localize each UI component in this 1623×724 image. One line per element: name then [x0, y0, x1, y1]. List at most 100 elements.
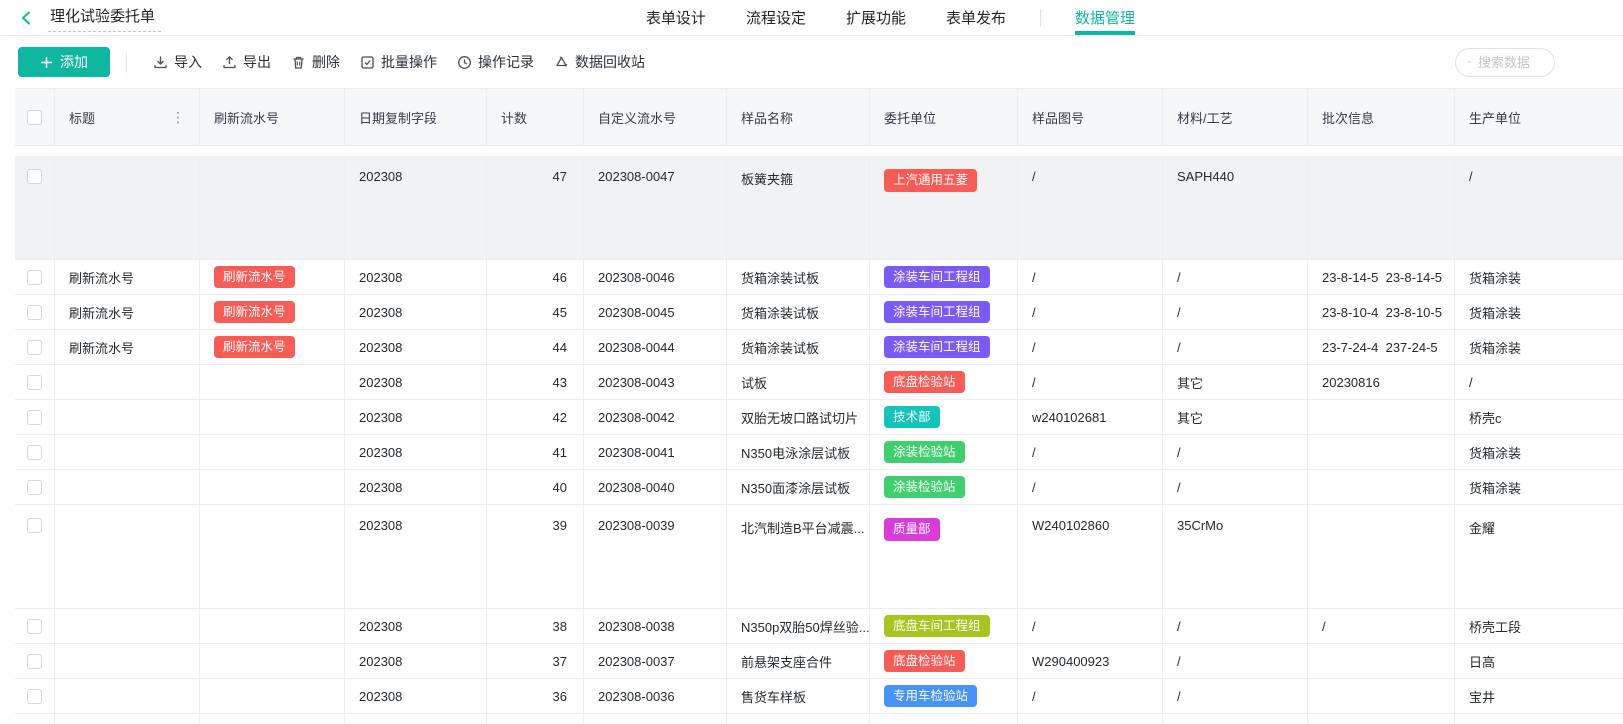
table-row[interactable]: 20230839202308-0039北汽制造B平台减震...质量部W24010… [15, 505, 1623, 609]
column-header: 日期复制字段 [345, 89, 487, 145]
row-checkbox[interactable] [27, 445, 42, 460]
row-checkbox[interactable] [27, 375, 42, 390]
cell-serial: 202308-0041 [584, 435, 727, 469]
toolbar: 添加 导入 导出 删除 批量操作 [0, 36, 1623, 88]
cell-unit: 涂装车间工程组 [870, 295, 1018, 329]
toolbar-divider [126, 52, 127, 72]
row-checkbox[interactable] [27, 169, 42, 184]
cell-drawing: W240102860 [1018, 505, 1163, 608]
unit-badge: 涂装车间工程组 [884, 301, 990, 324]
form-title[interactable]: 理化试验委托单 [48, 3, 161, 32]
row-checkbox[interactable] [27, 689, 42, 704]
tab-divider [1040, 9, 1041, 27]
cell-serial: 202308-0044 [584, 330, 727, 364]
cell-sample: 试板 [727, 365, 870, 399]
search-box[interactable] [1455, 48, 1555, 77]
cell-refresh-badge [200, 714, 345, 724]
tab-bar: 表单设计 流程设定 扩展功能 表单发布 数据管理 [626, 0, 1155, 35]
cell-refresh-badge: 刷新流水号 [200, 295, 345, 329]
cell-refresh-badge [200, 609, 345, 643]
cell-refresh-badge [200, 505, 345, 608]
column-header: 样品名称 [727, 89, 870, 145]
operation-log-button[interactable]: 操作记录 [447, 46, 544, 78]
tab-form-design[interactable]: 表单设计 [626, 0, 726, 35]
table-row[interactable]: 刷新流水号刷新流水号20230846202308-0046货箱涂装试板涂装车间工… [15, 260, 1623, 295]
clock-icon [457, 55, 472, 70]
table-row[interactable]: 20230841202308-0041N350电泳涂层试板涂装检验站//货箱涂装 [15, 435, 1623, 470]
add-button[interactable]: 添加 [18, 47, 110, 77]
search-input[interactable] [1478, 55, 1542, 70]
back-button[interactable] [16, 7, 38, 29]
cell-date: 202308 [345, 330, 487, 364]
row-checkbox[interactable] [27, 480, 42, 495]
tab-flow-settings[interactable]: 流程设定 [726, 0, 826, 35]
table-row[interactable]: 20230847202308-0047板簧夹箍上汽通用五菱/SAPH440/ [15, 156, 1623, 260]
recycle-bin-button[interactable]: 数据回收站 [544, 46, 655, 78]
table-row[interactable]: 20230843202308-0043试板底盘检验站/其它20230816/ [15, 365, 1623, 400]
row-checkbox[interactable] [27, 340, 42, 355]
cell-material: / [1163, 609, 1308, 643]
unit-badge: 质量部 [884, 518, 940, 541]
cell-serial: 202308-0038 [584, 609, 727, 643]
cell-count: 41 [487, 435, 584, 469]
column-header: 计数 [487, 89, 584, 145]
table-row[interactable]: 刷新流水号刷新流水号20230844202308-0044货箱涂装试板涂装车间工… [15, 330, 1623, 365]
cell-producer: 金耀 [1455, 505, 1623, 608]
row-checkbox[interactable] [27, 305, 42, 320]
cell-date: 202308 [345, 609, 487, 643]
table-row[interactable]: 20230838202308-0038N350p双胎50焊丝验...底盘车间工程… [15, 609, 1623, 644]
cell-producer: 日高 [1455, 644, 1623, 678]
cell-date: 202308 [345, 505, 487, 608]
table-row[interactable]: 20230837202308-0037前悬架支座合件底盘检验站W29040092… [15, 644, 1623, 679]
row-checkbox[interactable] [27, 619, 42, 634]
operation-log-label: 操作记录 [478, 52, 534, 72]
cell-batch [1308, 505, 1455, 608]
batch-operation-button[interactable]: 批量操作 [350, 46, 447, 78]
cell-material: SAPH440 [1163, 156, 1308, 259]
more-options-icon[interactable]: ⋮ [171, 109, 185, 126]
tab-data-management[interactable]: 数据管理 [1055, 0, 1155, 35]
cell-date: 202308 [345, 260, 487, 294]
cell-sample: N350电泳涂层试板 [727, 435, 870, 469]
select-all-checkbox[interactable] [27, 110, 42, 125]
cell-refresh-badge: 刷新流水号 [200, 260, 345, 294]
cell-batch [1308, 644, 1455, 678]
table-row[interactable] [15, 714, 1623, 724]
column-header: 生产单位 [1455, 89, 1623, 145]
export-button[interactable]: 导出 [212, 46, 281, 78]
row-checkbox[interactable] [27, 410, 42, 425]
cell-date [345, 714, 487, 724]
row-checkbox[interactable] [27, 518, 42, 533]
cell-producer: 货箱涂装 [1455, 260, 1623, 294]
cell-date: 202308 [345, 644, 487, 678]
checkbox-cell [15, 609, 55, 643]
row-checkbox[interactable] [27, 270, 42, 285]
table-row[interactable]: 20230840202308-0040N350面漆涂层试板涂装检验站//货箱涂装 [15, 470, 1623, 505]
cell-refresh-badge [200, 644, 345, 678]
cell-serial: 202308-0045 [584, 295, 727, 329]
cell-drawing: / [1018, 609, 1163, 643]
cell-count: 43 [487, 365, 584, 399]
tab-extensions[interactable]: 扩展功能 [826, 0, 926, 35]
table-row[interactable]: 刷新流水号刷新流水号20230845202308-0045货箱涂装试板涂装车间工… [15, 295, 1623, 330]
refresh-badge: 刷新流水号 [214, 301, 295, 324]
cell-batch [1308, 679, 1455, 713]
row-checkbox[interactable] [27, 654, 42, 669]
import-button[interactable]: 导入 [143, 46, 212, 78]
cell-drawing: / [1018, 679, 1163, 713]
delete-button[interactable]: 删除 [281, 46, 350, 78]
cell-refresh-badge [200, 365, 345, 399]
cell-count: 46 [487, 260, 584, 294]
checkbox-cell [15, 295, 55, 329]
cell-serial: 202308-0047 [584, 156, 727, 259]
topbar: 理化试验委托单 表单设计 流程设定 扩展功能 表单发布 数据管理 [0, 0, 1623, 36]
cell-producer: 货箱涂装 [1455, 330, 1623, 364]
table-row[interactable]: 20230842202308-0042双胎无坡口路试切片技术部w24010268… [15, 400, 1623, 435]
table-row[interactable]: 20230836202308-0036售货车样板专用车检验站//宝井 [15, 679, 1623, 714]
cell-refresh-badge [200, 156, 345, 259]
cell-title [55, 609, 200, 643]
cell-drawing: / [1018, 260, 1163, 294]
tab-form-publish[interactable]: 表单发布 [926, 0, 1026, 35]
checkbox-cell [15, 435, 55, 469]
cell-batch [1308, 470, 1455, 504]
